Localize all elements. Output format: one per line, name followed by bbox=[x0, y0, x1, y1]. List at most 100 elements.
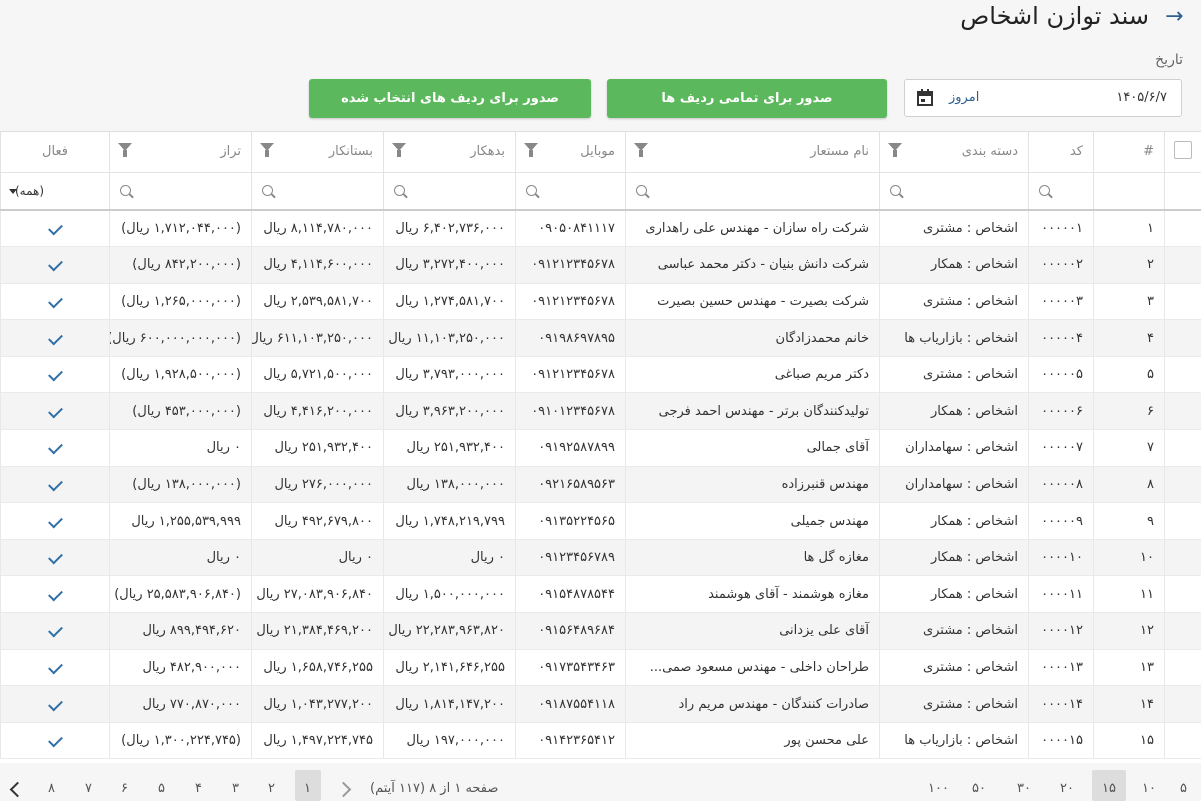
col-name[interactable]: نام مستعار bbox=[625, 132, 880, 172]
row-select-cell[interactable] bbox=[1164, 539, 1201, 577]
page-size-option[interactable]: ۳۰ bbox=[1017, 781, 1031, 796]
check-icon[interactable] bbox=[47, 586, 63, 602]
chevron-down-icon[interactable] bbox=[9, 188, 17, 194]
check-icon[interactable] bbox=[47, 622, 63, 638]
filter-mobile[interactable] bbox=[515, 171, 626, 211]
check-icon[interactable] bbox=[47, 476, 63, 492]
col-debit[interactable]: بدهکار bbox=[383, 132, 516, 172]
row-select-cell[interactable] bbox=[1164, 722, 1201, 760]
filter-icon[interactable] bbox=[118, 143, 132, 157]
filter-debit[interactable] bbox=[383, 171, 516, 211]
table-row[interactable]: ۱۲ ۰۰۰۰۱۲ اشخاص : مشتری آقای علی یزدانی ۰۹۱۵… bbox=[0, 612, 1201, 650]
row-select-cell[interactable] bbox=[1164, 466, 1201, 504]
filter-name[interactable] bbox=[625, 171, 880, 211]
table-row[interactable]: ۱۴ ۰۰۰۰۱۴ اشخاص : مشتری صادرات کنندگان - مه… bbox=[0, 685, 1201, 723]
table-row[interactable]: ۱ ۰۰۰۰۰۱ اشخاص : مشتری شرکت راه سازان - مهن… bbox=[0, 210, 1201, 248]
row-select-cell[interactable] bbox=[1164, 392, 1201, 431]
page-number[interactable]: ۶ bbox=[121, 781, 128, 796]
table-row[interactable]: ۲ ۰۰۰۰۰۲ اشخاص : همکار شرکت دانش بنیان - دک… bbox=[0, 246, 1201, 284]
page-size-option[interactable]: ۵ bbox=[1180, 781, 1187, 796]
check-icon[interactable] bbox=[47, 330, 63, 346]
col-active[interactable]: فعال bbox=[0, 132, 110, 172]
table-row[interactable]: ۱۱ ۰۰۰۰۱۱ اشخاص : همکار مغازه هوشمند - آقای… bbox=[0, 575, 1201, 614]
page-size-option[interactable]: ۱۵ bbox=[1102, 781, 1116, 796]
col-index: # bbox=[1093, 132, 1165, 172]
today-link[interactable]: امروز bbox=[949, 90, 979, 105]
row-select-cell[interactable] bbox=[1164, 502, 1201, 540]
page-size-option[interactable]: ۱۰ bbox=[1142, 781, 1156, 796]
filter-icon[interactable] bbox=[524, 143, 538, 157]
check-icon[interactable] bbox=[47, 732, 63, 748]
page-number[interactable]: ۵ bbox=[158, 781, 165, 796]
check-icon[interactable] bbox=[47, 403, 63, 419]
select-all-checkbox[interactable] bbox=[1173, 140, 1192, 159]
filter-icon[interactable] bbox=[260, 143, 274, 157]
row-select-cell[interactable] bbox=[1164, 319, 1201, 357]
col-debit-label: بدهکار bbox=[470, 144, 505, 160]
check-icon[interactable] bbox=[47, 513, 63, 528]
col-credit[interactable]: بستانکار bbox=[251, 132, 384, 172]
row-select-cell[interactable] bbox=[1164, 356, 1201, 394]
check-icon[interactable] bbox=[47, 256, 63, 272]
table-row[interactable]: ۱۳ ۰۰۰۰۱۳ اشخاص : مشتری طراحان داخلی - مهند… bbox=[0, 649, 1201, 687]
check-icon[interactable] bbox=[47, 659, 63, 675]
table-row[interactable]: ۱۰ ۰۰۰۰۱۰ اشخاص : همکار مغازه گل ها ۰۹۱۲۳۴۵۶… bbox=[0, 539, 1201, 577]
filter-icon[interactable] bbox=[392, 143, 406, 157]
row-category: اشخاص : همکار bbox=[879, 246, 1029, 284]
row-select-cell[interactable] bbox=[1164, 210, 1201, 248]
col-balance[interactable]: تراز bbox=[109, 132, 252, 172]
page-number[interactable]: ۴ bbox=[195, 781, 202, 796]
table-row[interactable]: ۳ ۰۰۰۰۰۳ اشخاص : مشتری شرکت بصیرت - مهندس ح… bbox=[0, 283, 1201, 321]
row-index: ۱۳ bbox=[1093, 649, 1165, 687]
filter-category[interactable] bbox=[879, 171, 1029, 211]
check-icon[interactable] bbox=[47, 366, 63, 382]
row-select-cell[interactable] bbox=[1164, 612, 1201, 650]
issue-all-button[interactable]: صدور برای تمامی ردیف ها bbox=[607, 79, 887, 118]
page-number[interactable]: ۱ bbox=[304, 781, 311, 796]
table-row[interactable]: ۱۵ ۰۰۰۰۱۵ اشخاص : بازاریاب ها علی محسن پور ۰… bbox=[0, 722, 1201, 760]
page-size-option[interactable]: ۱۰۰ bbox=[928, 781, 949, 796]
page-number[interactable]: ۷ bbox=[85, 781, 92, 796]
page-number[interactable]: ۲ bbox=[268, 781, 275, 796]
date-value[interactable]: ۱۴۰۵/۶/۷ bbox=[1116, 90, 1167, 105]
filter-balance[interactable] bbox=[109, 171, 252, 211]
select-all-header[interactable] bbox=[1164, 132, 1201, 172]
check-icon[interactable] bbox=[47, 220, 63, 236]
table-row[interactable]: ۹ ۰۰۰۰۰۹ اشخاص : همکار مهندس جمیلی ۰۹۱۳۵۲۲۴۵… bbox=[0, 502, 1201, 540]
filter-active-select[interactable]: (همه) bbox=[0, 171, 110, 211]
row-select-cell[interactable] bbox=[1164, 685, 1201, 723]
table-row[interactable]: ۷ ۰۰۰۰۰۷ اشخاص : سهامداران آقای جمالی ۰۹۱۹۲۵… bbox=[0, 429, 1201, 467]
row-select-cell[interactable] bbox=[1164, 246, 1201, 284]
check-icon[interactable] bbox=[47, 439, 63, 455]
page-number[interactable]: ۳ bbox=[232, 781, 239, 796]
date-field[interactable]: ۱۴۰۵/۶/۷ امروز bbox=[904, 79, 1182, 117]
table-row[interactable]: ۸ ۰۰۰۰۰۸ اشخاص : سهامداران مهندس قنبرزاده ۰۹… bbox=[0, 466, 1201, 504]
table-row[interactable]: ۶ ۰۰۰۰۰۶ اشخاص : همکار تولیدکنندگان برتر - … bbox=[0, 392, 1201, 431]
search-icon bbox=[636, 184, 647, 196]
row-name: خانم محمدزادگان bbox=[625, 319, 880, 357]
filter-icon[interactable] bbox=[634, 143, 648, 157]
table-row[interactable]: ۵ ۰۰۰۰۰۵ اشخاص : مشتری دکتر مریم صباغی ۰۹۱۲۱… bbox=[0, 356, 1201, 394]
page-size-option[interactable]: ۲۰ bbox=[1060, 781, 1074, 796]
chevron-left-icon[interactable] bbox=[9, 781, 26, 798]
col-mobile[interactable]: موبایل bbox=[515, 132, 626, 172]
check-icon[interactable] bbox=[47, 293, 63, 309]
filter-icon[interactable] bbox=[888, 143, 902, 157]
page-size-option[interactable]: ۵۰ bbox=[972, 781, 986, 796]
col-category[interactable]: دسته بندی bbox=[879, 132, 1029, 172]
row-select-cell[interactable] bbox=[1164, 575, 1201, 614]
issue-selected-button[interactable]: صدور برای ردیف های انتخاب شده bbox=[309, 79, 591, 118]
col-code[interactable]: کد bbox=[1028, 132, 1094, 172]
check-icon[interactable] bbox=[47, 696, 63, 711]
table-row[interactable]: ۴ ۰۰۰۰۰۴ اشخاص : بازاریاب ها خانم محمدزادگا… bbox=[0, 319, 1201, 357]
row-select-cell[interactable] bbox=[1164, 649, 1201, 687]
calendar-icon[interactable] bbox=[917, 89, 933, 106]
filter-credit[interactable] bbox=[251, 171, 384, 211]
chevron-right-icon[interactable] bbox=[335, 781, 352, 798]
row-select-cell[interactable] bbox=[1164, 429, 1201, 467]
page-number[interactable]: ۸ bbox=[48, 781, 55, 796]
row-select-cell[interactable] bbox=[1164, 283, 1201, 321]
filter-code[interactable] bbox=[1028, 171, 1094, 211]
arrow-right-icon[interactable]: → bbox=[1165, 6, 1187, 28]
check-icon[interactable] bbox=[47, 549, 63, 565]
